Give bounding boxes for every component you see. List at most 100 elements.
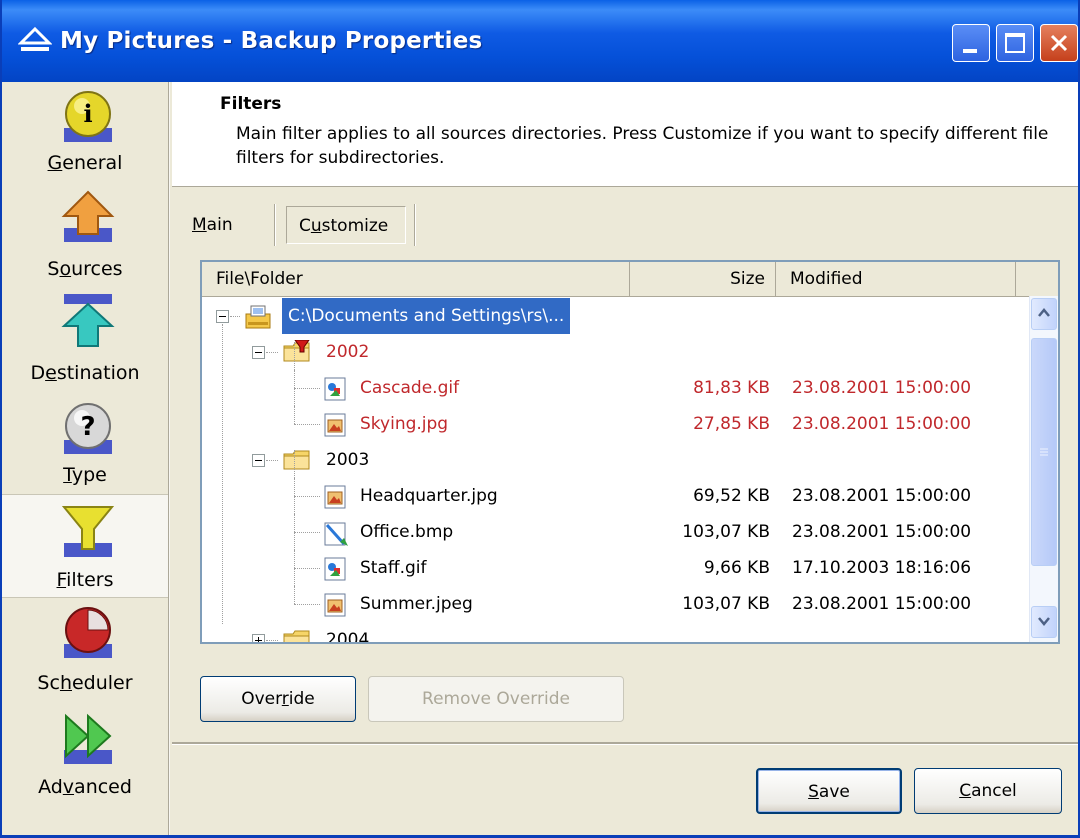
close-button[interactable] [1040,24,1078,62]
folder-icon [282,448,310,472]
sidebar-accel-sources: o [59,258,72,280]
file-modified: 23.08.2001 15:00:00 [792,594,972,614]
tree-file-row[interactable]: Staff.gif 9,66 KB 17.10.2003 18:16:06 [202,550,1030,586]
sidebar-label-scheduler: Scheduler [37,672,133,694]
sidebar-accel-scheduler: h [59,672,72,694]
tree-line [294,406,295,424]
paint-file-icon [322,520,348,546]
file-modified: 17.10.2003 18:16:06 [792,558,972,578]
sidebar-item-type[interactable]: ? Type [2,394,168,498]
tree-line [294,604,320,606]
tab-customize[interactable]: Customize [286,206,406,244]
file-name: Summer.jpeg [360,594,473,614]
tree-line [294,568,320,570]
sidebar: i General Sources Destination ? Type Fil… [2,82,168,835]
file-size: 27,85 KB [693,414,770,434]
scroll-thumb[interactable] [1031,338,1057,566]
chevron-down-icon [1038,617,1050,626]
tree-file-row[interactable]: Cascade.gif 81,83 KB 23.08.2001 15:00:00 [202,370,1030,406]
vertical-scrollbar[interactable] [1029,296,1058,642]
tree-file-row[interactable]: Summer.jpeg 103,07 KB 23.08.2001 15:00:00 [202,586,1030,622]
sidebar-accel-general: G [47,152,63,174]
scroll-down-button[interactable] [1031,606,1057,638]
sidebar-accel-filters: F [56,569,67,591]
file-name: Headquarter.jpg [360,486,498,506]
tab-customize-accel: u [310,216,322,236]
funnel-icon [61,506,115,557]
tree-folder-row[interactable]: 2002 [202,334,1030,370]
save-button[interactable]: Save [756,768,902,814]
save-accel: S [808,782,819,802]
minimize-button[interactable] [952,24,990,62]
tree-line [266,460,278,462]
tree-row-root[interactable]: C:\Documents and Settings\rs\... [202,298,1030,334]
sidebar-divider [168,82,170,835]
folder-name: 2003 [326,450,370,470]
file-name: Skying.jpg [360,414,449,434]
tree-folder-row[interactable]: 2003 [202,442,1030,478]
sidebar-item-general[interactable]: i General [2,82,168,186]
sidebar-item-destination[interactable]: Destination [2,290,168,394]
tree-file-row[interactable]: Office.bmp 103,07 KB 23.08.2001 15:00:00 [202,514,1030,550]
scroll-up-button[interactable] [1031,298,1057,330]
override-button[interactable]: Override [200,676,356,722]
image-file-icon [322,412,348,437]
sidebar-item-filters[interactable]: Filters [2,494,168,598]
tree-line [294,424,320,426]
tree-folder-row[interactable]: 2004 [202,622,1030,644]
file-name: Office.bmp [360,522,454,542]
collapse-icon[interactable] [252,346,265,359]
svg-text:i: i [83,99,92,128]
tab-main[interactable]: Main [192,215,233,235]
pie-clock-icon [64,607,112,658]
window-title: My Pictures - Backup Properties [60,28,483,54]
file-size: 81,83 KB [693,378,770,398]
file-size: 9,66 KB [703,558,770,578]
close-icon [1050,34,1068,52]
footer-divider [172,742,1078,745]
file-tree[interactable]: File\Folder Size Modified C:\Documents a… [200,260,1060,644]
maximize-icon [1005,33,1025,53]
sidebar-item-scheduler[interactable]: Scheduler [2,598,168,702]
collapse-icon[interactable] [252,454,265,467]
collapse-icon[interactable] [216,310,229,323]
column-size[interactable]: Size [630,262,776,296]
tree-file-row[interactable]: Skying.jpg 27,85 KB 23.08.2001 15:00:00 [202,406,1030,442]
arrow-down-icon [61,294,115,347]
override-accel: r [281,689,289,709]
column-modified[interactable]: Modified [776,262,1016,296]
file-size: 103,07 KB [682,522,770,542]
folder-name: 2002 [326,342,370,362]
filtered-folder-icon [282,339,310,364]
cancel-accel: C [959,781,972,801]
save-label: Save [808,782,850,802]
tree-line [294,586,295,604]
sidebar-label-advanced: Advanced [38,776,132,798]
tab-main-accel: M [192,215,207,235]
expand-icon[interactable] [252,634,265,642]
maximize-button[interactable] [996,24,1034,62]
override-label: Override [241,689,315,709]
page-description: Main filter applies to all sources direc… [236,124,1049,168]
sidebar-accel-type: T [63,464,72,486]
sidebar-item-advanced[interactable]: Advanced [2,702,168,806]
sidebar-label-general: General [47,152,123,174]
sidebar-item-sources[interactable]: Sources [2,186,168,290]
folder-name: 2004 [326,630,370,644]
double-arrow-icon [64,713,112,764]
tree-line [266,352,278,354]
column-header: File\Folder Size Modified [202,262,1058,297]
file-modified: 23.08.2001 15:00:00 [792,378,972,398]
remove-override-button[interactable]: Remove Override [368,676,624,722]
cancel-button[interactable]: Cancel [914,768,1062,814]
sidebar-label-type: Type [63,464,107,486]
tree-line [294,496,320,498]
properties-window: My Pictures - Backup Properties i Genera… [0,0,1080,838]
tree-file-row[interactable]: Headquarter.jpg 69,52 KB 23.08.2001 15:00:… [202,478,1030,514]
tab-divider-2 [414,204,416,246]
sidebar-accel-destination: e [45,362,57,384]
column-file[interactable]: File\Folder [202,262,630,296]
image-file-icon [322,556,348,581]
tree-line [294,450,295,586]
title-bar[interactable]: My Pictures - Backup Properties [2,0,1078,82]
